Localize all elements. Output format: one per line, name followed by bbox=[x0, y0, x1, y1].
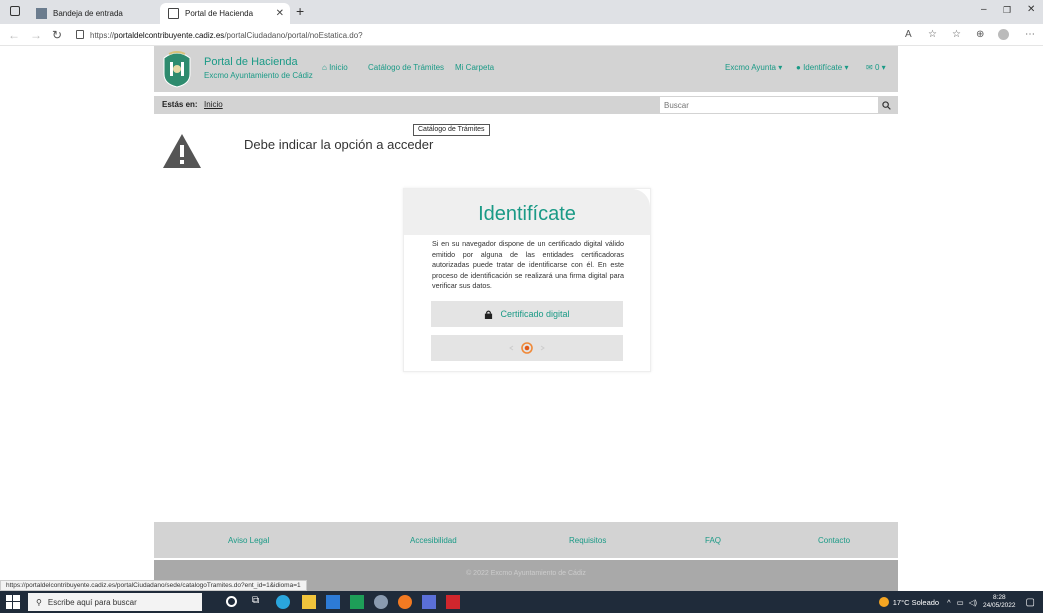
nav-inicio-label: Inicio bbox=[329, 63, 348, 72]
nav-ayuntamiento-label: Excmo Ayunta bbox=[725, 63, 776, 72]
taskbar: ⚲ Escribe aquí para buscar ⧉ 17°C Solead… bbox=[0, 591, 1043, 613]
url-field[interactable]: https://portaldelcontribuyente.cadiz.es /… bbox=[90, 27, 870, 43]
envelope-icon: ✉ bbox=[866, 63, 873, 72]
clave-login-button[interactable] bbox=[431, 335, 623, 361]
collections-icon[interactable]: ⊕ bbox=[976, 29, 984, 40]
nav-catalogo-tramites[interactable]: Catálogo de Trámites bbox=[368, 63, 444, 72]
login-title: Identifícate bbox=[478, 203, 576, 225]
loading-spinner-icon bbox=[509, 342, 545, 354]
mail-icon bbox=[36, 8, 47, 19]
url-host: portaldelcontribuyente.cadiz.es bbox=[114, 30, 225, 40]
address-bar: ← → ↻ https://portaldelcontribuyente.cad… bbox=[0, 24, 1043, 46]
page-icon bbox=[168, 8, 179, 19]
login-panel: Identifícate Si en su navegador dispone … bbox=[403, 188, 651, 372]
edge-icon[interactable] bbox=[276, 595, 290, 609]
site-header: Portal de Hacienda Excmo Ayuntamiento de… bbox=[154, 46, 898, 92]
caret-down-icon: ▾ bbox=[778, 63, 783, 72]
task-view-icon[interactable]: ⧉ bbox=[252, 595, 266, 609]
status-bar-url: https://portaldelcontribuyente.cadiz.es/… bbox=[0, 580, 307, 591]
clock[interactable]: 8:28 24/05/2022 bbox=[983, 594, 1016, 610]
breadcrumb: Estás en: Inicio bbox=[154, 96, 898, 114]
firefox-icon[interactable] bbox=[398, 595, 412, 609]
read-aloud-icon[interactable]: A bbox=[905, 29, 912, 40]
tab-actions-icon[interactable] bbox=[10, 6, 20, 16]
page-info-icon[interactable] bbox=[76, 30, 84, 39]
refresh-icon[interactable]: ↻ bbox=[52, 28, 62, 42]
footer-aviso-legal[interactable]: Aviso Legal bbox=[228, 536, 269, 545]
warning-message: Debe indicar la opción a acceder bbox=[244, 137, 434, 152]
cortana-icon[interactable] bbox=[226, 596, 237, 607]
taskbar-search-placeholder: Escribe aquí para buscar bbox=[47, 597, 137, 607]
nav-inicio[interactable]: ⌂ Inicio bbox=[322, 63, 348, 72]
portal-subtitle: Excmo Ayuntamiento de Cádiz bbox=[204, 71, 313, 80]
nav-mi-carpeta[interactable]: Mi Carpeta bbox=[455, 63, 494, 72]
footer-faq[interactable]: FAQ bbox=[705, 536, 721, 545]
footer-contacto[interactable]: Contacto bbox=[818, 536, 850, 545]
new-tab-icon[interactable]: + bbox=[296, 3, 304, 19]
footer-accesibilidad[interactable]: Accesibilidad bbox=[410, 536, 457, 545]
page: Portal de Hacienda Excmo Ayuntamiento de… bbox=[0, 46, 1043, 591]
caret-down-icon: ▾ bbox=[881, 63, 886, 72]
taskbar-search-input[interactable]: ⚲ Escribe aquí para buscar bbox=[28, 593, 202, 611]
close-window-icon[interactable]: ✕ bbox=[1027, 4, 1035, 15]
tab-label: Portal de Hacienda bbox=[185, 9, 254, 18]
tab-label: Bandeja de entrada bbox=[53, 9, 123, 18]
tab-inbox[interactable]: Bandeja de entrada ✕ bbox=[28, 3, 178, 24]
clock-time: 8:28 bbox=[992, 594, 1006, 601]
certificado-digital-button[interactable]: Certificado digital bbox=[431, 301, 623, 327]
weather-text[interactable]: 17°C Soleado bbox=[893, 598, 939, 607]
app-icon[interactable] bbox=[374, 595, 388, 609]
tab-portal[interactable]: Portal de Hacienda ✕ bbox=[160, 3, 290, 24]
home-icon: ⌂ bbox=[322, 63, 327, 72]
notifications-icon[interactable]: ▢ bbox=[1026, 597, 1035, 608]
nav-identificate-label: Identifícate bbox=[803, 63, 843, 72]
search-icon[interactable] bbox=[878, 97, 894, 113]
network-icon[interactable]: ▭ bbox=[957, 598, 964, 607]
favorites-icon[interactable]: ☆ bbox=[952, 29, 961, 40]
chevron-up-icon[interactable]: ^ bbox=[947, 598, 951, 607]
login-description: Si en su navegador dispone de un certifi… bbox=[432, 239, 624, 290]
search-input[interactable] bbox=[660, 97, 878, 113]
close-icon[interactable]: ✕ bbox=[276, 8, 284, 19]
nav-ayuntamiento-dropdown[interactable]: Excmo Ayunta ▾ bbox=[725, 63, 782, 72]
nav-messages-dropdown[interactable]: ✉ 0 ▾ bbox=[866, 63, 886, 72]
user-icon: ● bbox=[796, 63, 801, 72]
favorite-add-icon[interactable]: ☆ bbox=[928, 29, 937, 40]
windows-start-icon[interactable] bbox=[6, 595, 20, 609]
system-tray: 17°C Soleado ^ ▭ ◁) 8:28 24/05/2022 ▢ bbox=[878, 591, 1043, 613]
file-explorer-icon[interactable] bbox=[302, 595, 316, 609]
volume-icon[interactable]: ◁) bbox=[969, 598, 977, 607]
more-icon[interactable]: ⋯ bbox=[1025, 29, 1035, 40]
restore-icon[interactable]: ❐ bbox=[1003, 5, 1011, 16]
warning-icon bbox=[163, 134, 201, 168]
tooltip: Catálogo de Trámites bbox=[413, 124, 490, 136]
browser-tab-bar: Bandeja de entrada ✕ Portal de Hacienda … bbox=[0, 0, 1043, 24]
breadcrumb-inicio-link[interactable]: Inicio bbox=[204, 100, 223, 109]
acrobat-icon[interactable] bbox=[446, 595, 460, 609]
message-count: 0 bbox=[874, 63, 880, 72]
clock-date: 24/05/2022 bbox=[983, 602, 1016, 609]
excel-icon[interactable] bbox=[350, 595, 364, 609]
back-icon[interactable]: ← bbox=[8, 28, 20, 42]
caret-down-icon: ▾ bbox=[844, 63, 849, 72]
copyright-text: © 2022 Excmo Ayuntamiento de Cádiz bbox=[466, 570, 586, 577]
word-icon[interactable] bbox=[326, 595, 340, 609]
url-path: /portalCiudadano/portal/noEstatica.do? bbox=[224, 30, 363, 40]
minimize-icon[interactable]: – bbox=[981, 4, 987, 15]
footer-requisitos[interactable]: Requisitos bbox=[569, 536, 606, 545]
site-footer: Aviso Legal Accesibilidad Requisitos FAQ… bbox=[154, 522, 898, 558]
breadcrumb-label: Estás en: bbox=[162, 100, 198, 109]
city-shield-logo-icon[interactable] bbox=[160, 50, 194, 88]
forward-icon[interactable]: → bbox=[30, 28, 42, 42]
url-prefix: https:// bbox=[90, 30, 115, 40]
nav-identificate-dropdown[interactable]: ● Identifícate ▾ bbox=[796, 63, 848, 72]
login-panel-header: Identifícate bbox=[404, 189, 650, 235]
portal-title[interactable]: Portal de Hacienda bbox=[204, 56, 298, 68]
lock-icon bbox=[485, 310, 493, 319]
certificado-digital-label: Certificado digital bbox=[500, 309, 570, 319]
weather-sun-icon[interactable] bbox=[878, 597, 889, 607]
search-icon: ⚲ bbox=[36, 597, 42, 607]
teams-icon[interactable] bbox=[422, 595, 436, 609]
profile-icon[interactable] bbox=[998, 29, 1009, 40]
